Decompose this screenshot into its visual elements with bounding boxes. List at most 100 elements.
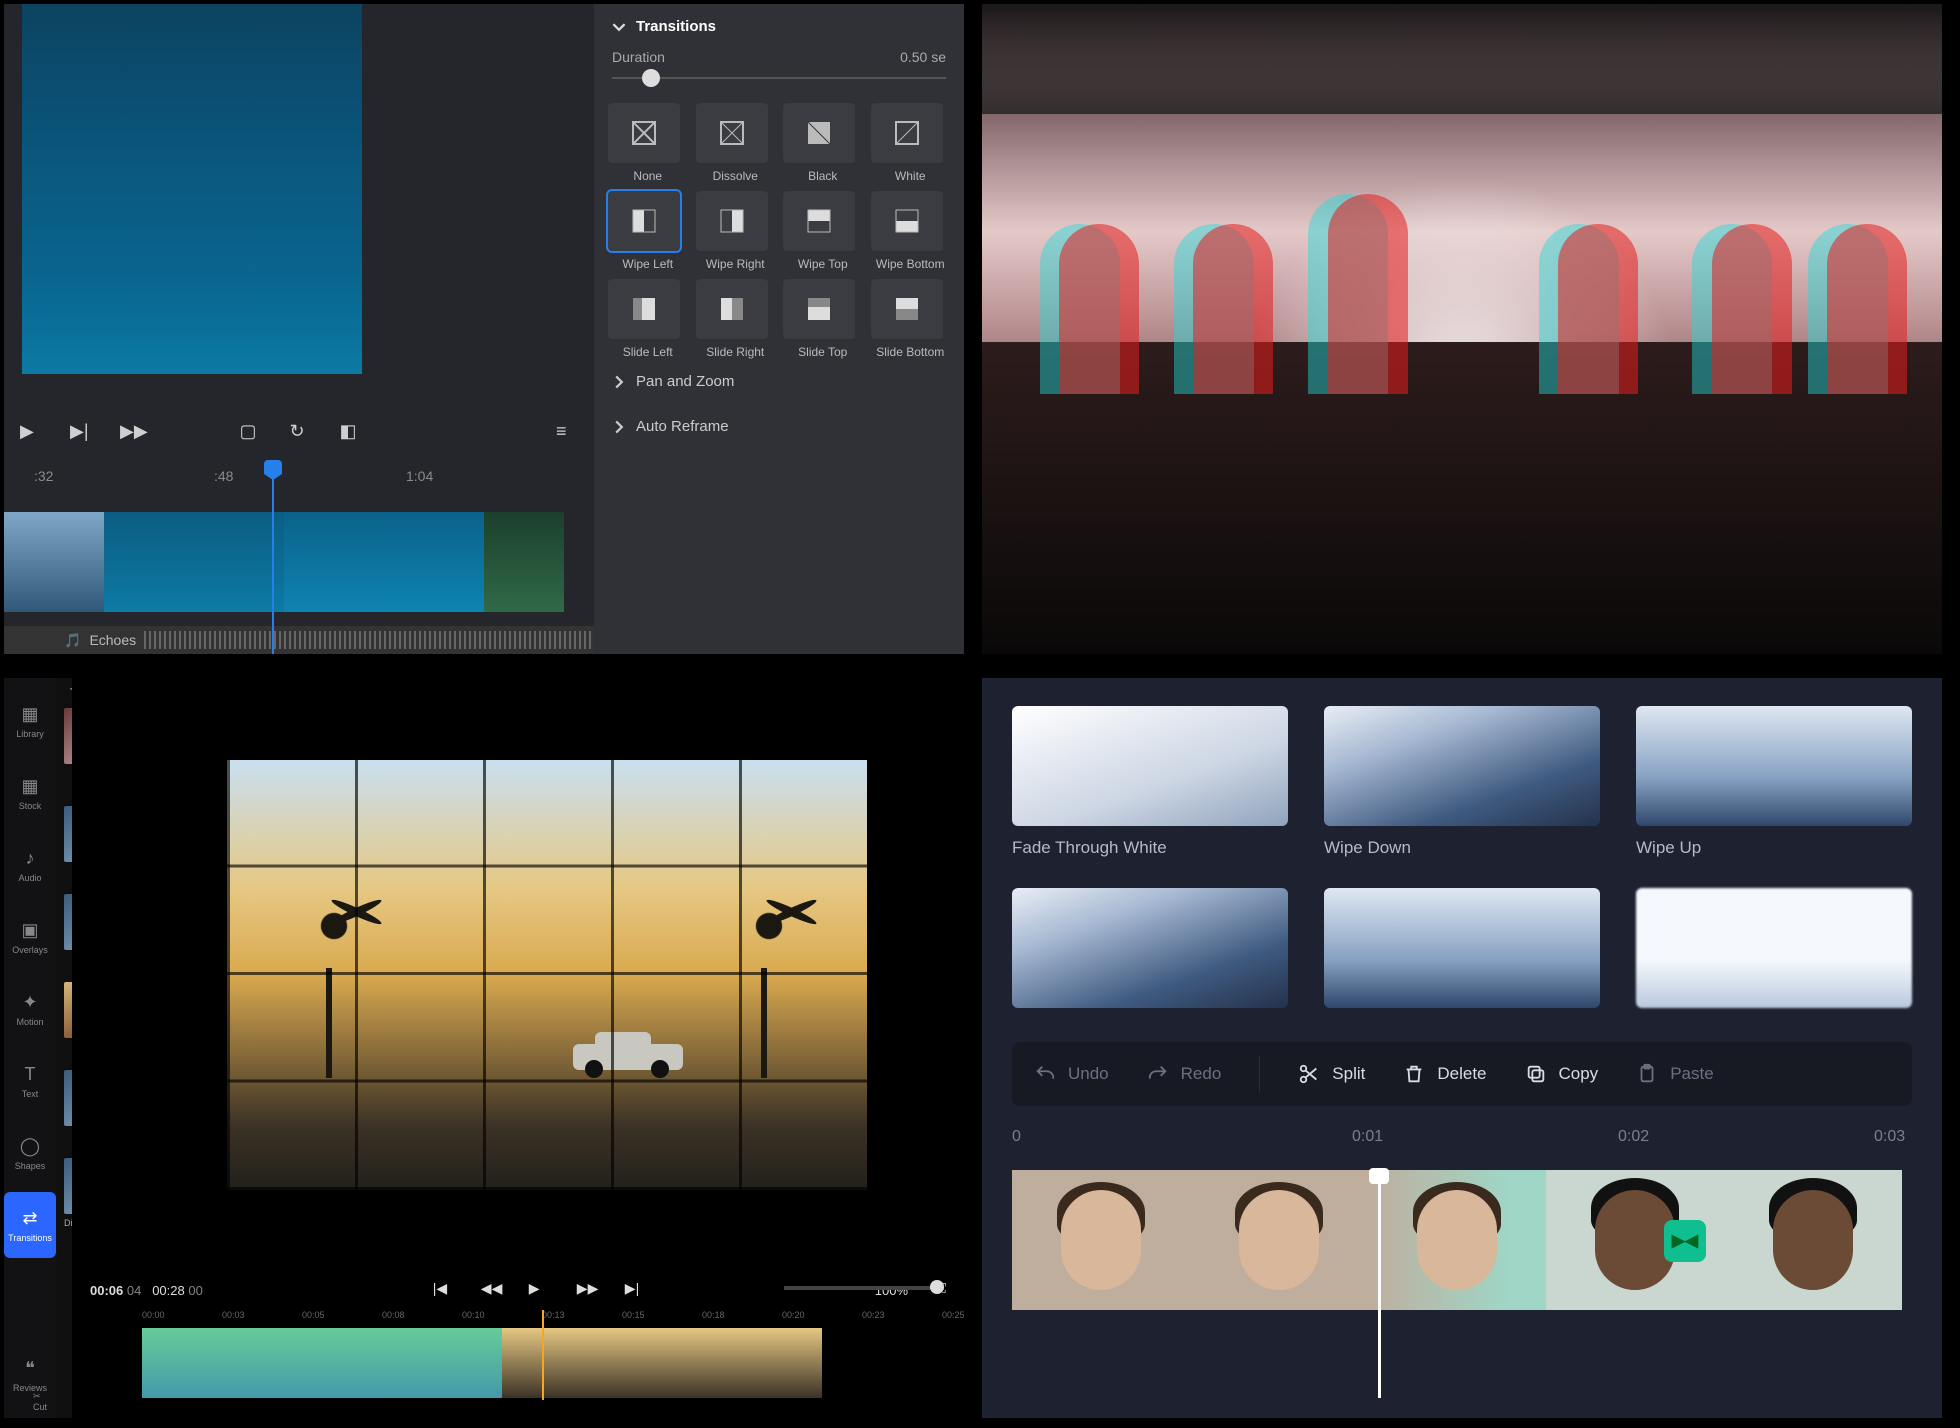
timeline-ruler[interactable]: 0 0:01 0:02 0:03 bbox=[1012, 1128, 1912, 1162]
clip[interactable] bbox=[1012, 1170, 1190, 1310]
playback-controls: ▶ ▶| ▶▶ ▢ ↻ ◧ ≡ bbox=[4, 402, 594, 462]
tick: 0 bbox=[1012, 1128, 1021, 1146]
clip[interactable] bbox=[4, 512, 104, 612]
clip[interactable] bbox=[582, 1328, 662, 1398]
chevron-right-icon bbox=[612, 375, 626, 389]
transition-white[interactable]: White bbox=[871, 103, 951, 183]
transition-wipe-right[interactable]: Wipe Right bbox=[696, 191, 776, 271]
clip[interactable] bbox=[284, 512, 484, 612]
timeline-track[interactable]: ▶◀ bbox=[1012, 1170, 1912, 1310]
lib-dip-to-white[interactable]: Dip to White bbox=[64, 1070, 72, 1150]
transition-slide-bottom[interactable]: Slide Bottom bbox=[871, 279, 951, 359]
transition-slide-top[interactable]: Slide Top bbox=[783, 279, 863, 359]
clip[interactable] bbox=[142, 1328, 222, 1398]
hero-image bbox=[982, 4, 1942, 654]
clip[interactable] bbox=[1724, 1170, 1902, 1310]
duration-slider[interactable] bbox=[612, 65, 946, 93]
ffwd-icon[interactable]: ▶▶ bbox=[577, 1280, 597, 1300]
tab-motion[interactable]: ✦Motion bbox=[4, 976, 56, 1042]
playhead[interactable] bbox=[1378, 1178, 1381, 1398]
tab-overlays[interactable]: ▣Overlays bbox=[4, 904, 56, 970]
transition-thumb[interactable]: Wipe Up bbox=[1636, 706, 1912, 858]
mark-in-icon[interactable]: ▢ bbox=[240, 421, 262, 443]
timeline-track[interactable] bbox=[142, 1328, 964, 1398]
transition-dissolve[interactable]: Dissolve bbox=[696, 103, 776, 183]
skip-end-icon[interactable]: ▶| bbox=[625, 1280, 645, 1300]
audio-label: Echoes bbox=[89, 632, 136, 648]
transition-wipe-bottom[interactable]: Wipe Bottom bbox=[871, 191, 951, 271]
lib-cross-warp[interactable]: Cross Warp bbox=[64, 894, 72, 974]
transitions-panel: Transitions Duration 0.50 se NoneDissolv… bbox=[594, 4, 964, 654]
audio-track[interactable]: 🎵 Echoes bbox=[4, 626, 594, 654]
transition-none[interactable]: None bbox=[608, 103, 688, 183]
tab-text[interactable]: TText bbox=[4, 1048, 56, 1114]
delete-button[interactable]: Delete bbox=[1403, 1063, 1486, 1085]
clip[interactable] bbox=[1190, 1170, 1368, 1310]
lib-cube[interactable]: Cube bbox=[64, 982, 72, 1062]
timeline-ruler[interactable]: 00:0000:0300:0500:0800:1000:1300:1500:18… bbox=[142, 1310, 964, 1328]
chevron-right-icon bbox=[612, 420, 626, 434]
side-tabs: ▦Library ▦Stock ♪Audio ▣Overlays ✦Motion TTex… bbox=[4, 678, 56, 1418]
canvas[interactable] bbox=[72, 678, 964, 1272]
transition-wipe-left[interactable]: Wipe Left bbox=[608, 191, 688, 271]
transition-wipe-top[interactable]: Wipe Top bbox=[783, 191, 863, 271]
pip-icon[interactable]: ◧ bbox=[340, 421, 362, 443]
clip[interactable] bbox=[1368, 1170, 1546, 1310]
preview-monitor bbox=[22, 4, 362, 374]
transition-thumb[interactable] bbox=[1636, 888, 1912, 1008]
playhead[interactable] bbox=[542, 1310, 544, 1400]
auto-reframe-section[interactable]: Auto Reframe bbox=[594, 404, 964, 449]
play-icon[interactable]: ▶ bbox=[529, 1280, 549, 1300]
paste-button: Paste bbox=[1636, 1063, 1713, 1085]
loop-icon[interactable]: ↻ bbox=[290, 421, 312, 443]
next-icon[interactable]: ▶▶ bbox=[120, 421, 142, 443]
transition-thumb[interactable]: Fade Through White bbox=[1012, 706, 1288, 858]
transitions-grid: NoneDissolveBlackWhite Wipe LeftWipe Righ… bbox=[594, 103, 964, 359]
tab-library[interactable]: ▦Library bbox=[4, 688, 56, 754]
zoom-value: 100% bbox=[875, 1283, 908, 1298]
timeline-ruler[interactable]: :32 :48 1:04 bbox=[4, 462, 594, 512]
panel-header[interactable]: Transitions bbox=[594, 4, 964, 49]
transition-black[interactable]: Black bbox=[783, 103, 863, 183]
copy-button[interactable]: Copy bbox=[1525, 1063, 1599, 1085]
transition-slide-left[interactable]: Slide Left bbox=[608, 279, 688, 359]
pan-zoom-section[interactable]: Pan and Zoom bbox=[594, 359, 964, 404]
transition-thumb[interactable] bbox=[1324, 888, 1600, 1008]
transport-controls: 00:06 04 00:28 00 |◀ ◀◀ ▶ ▶▶ ▶| 100% ⛶ ⚙ bbox=[72, 1272, 964, 1308]
rewind-icon[interactable]: ◀◀ bbox=[481, 1280, 501, 1300]
clip[interactable] bbox=[462, 1328, 502, 1398]
clip[interactable] bbox=[382, 1328, 462, 1398]
clip[interactable] bbox=[222, 1328, 302, 1398]
panel-title: Transitions bbox=[636, 18, 716, 35]
tab-audio[interactable]: ♪Audio bbox=[4, 832, 56, 898]
play-icon[interactable]: ▶ bbox=[20, 421, 42, 443]
lib-directional-warp[interactable]: Directional Warp bbox=[64, 1158, 72, 1238]
transition-thumb[interactable] bbox=[1012, 888, 1288, 1008]
transition-slide-right[interactable]: Slide Right bbox=[696, 279, 776, 359]
redo-button: Redo bbox=[1147, 1063, 1222, 1085]
transition-thumb[interactable]: Wipe Down bbox=[1324, 706, 1600, 858]
edit-toolbar: UndoRedoSplitDeleteCopyPaste bbox=[1012, 1042, 1912, 1106]
tab-transitions[interactable]: ⇄Transitions bbox=[4, 1192, 56, 1258]
lib-circle-reveal[interactable]: Circle Reveal bbox=[64, 806, 72, 886]
clip[interactable] bbox=[104, 512, 284, 612]
timeline-track[interactable] bbox=[4, 512, 594, 622]
tab-stock[interactable]: ▦Stock bbox=[4, 760, 56, 826]
tick: 0:02 bbox=[1618, 1128, 1649, 1146]
menu-icon[interactable]: ≡ bbox=[556, 421, 578, 443]
clip[interactable] bbox=[302, 1328, 382, 1398]
skip-start-icon[interactable]: |◀ bbox=[433, 1280, 453, 1300]
split-button[interactable]: Split bbox=[1298, 1063, 1365, 1085]
tab-shapes[interactable]: ◯Shapes bbox=[4, 1120, 56, 1186]
step-forward-icon[interactable]: ▶| bbox=[70, 421, 92, 443]
transition-badge-icon[interactable]: ▶◀ bbox=[1664, 1220, 1706, 1262]
clip[interactable] bbox=[484, 512, 564, 612]
playhead[interactable] bbox=[272, 462, 274, 654]
clip[interactable] bbox=[662, 1328, 742, 1398]
time-current: 00:06 bbox=[90, 1283, 123, 1298]
tick: 1:04 bbox=[406, 468, 433, 484]
clip[interactable] bbox=[742, 1328, 822, 1398]
lib-burn[interactable]: Burn bbox=[64, 708, 72, 798]
cut-tool[interactable]: ✂Cut bbox=[33, 1391, 47, 1412]
zoom-slider[interactable] bbox=[784, 1286, 944, 1290]
